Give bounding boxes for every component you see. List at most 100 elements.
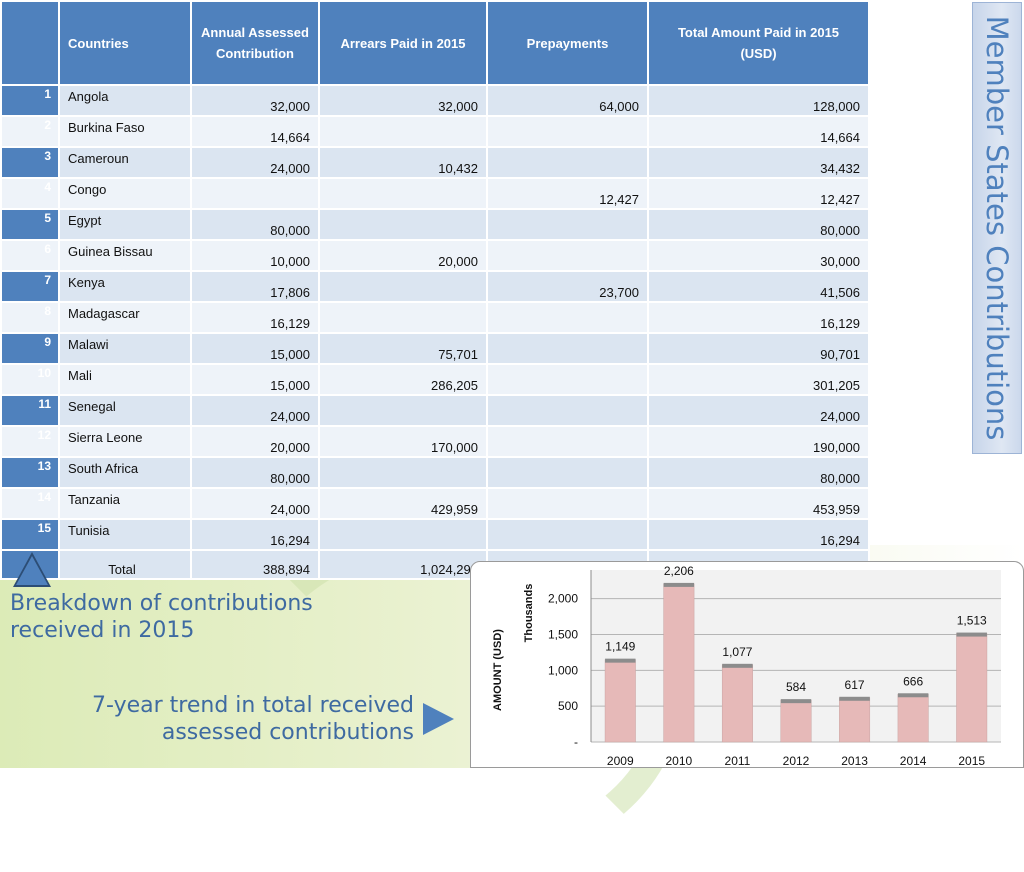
table-row: 15 Tunisia 16,294 16,294	[2, 520, 868, 549]
row-number: 10	[2, 365, 58, 394]
annual-cell: 24,000	[192, 148, 318, 177]
annual-cell: 10,000	[192, 241, 318, 270]
country-name: South Africa	[60, 458, 190, 487]
row-number: 2	[2, 117, 58, 146]
arrears-cell: 170,000	[320, 427, 486, 456]
x-tick-label: 2014	[900, 754, 927, 768]
y-tick-label: 1,000	[548, 663, 578, 677]
row-number: 7	[2, 272, 58, 301]
prepayments-cell	[488, 303, 647, 332]
trend-chart: - 500 1,000 1,500 2,000 AMOUNT (USD) Thousands…	[470, 561, 1024, 768]
arrears-cell: 32,000	[320, 86, 486, 115]
row-number: 8	[2, 303, 58, 332]
prepayments-cell: 64,000	[488, 86, 647, 115]
total-cell: 80,000	[649, 210, 868, 239]
row-number: 1	[2, 86, 58, 115]
prepayments-cell	[488, 489, 647, 518]
total-cell: 80,000	[649, 458, 868, 487]
bar	[721, 664, 753, 743]
arrears-cell: 286,205	[320, 365, 486, 394]
bar-top	[897, 693, 929, 698]
total-arrears: 1,024,296	[320, 551, 486, 578]
header-arrears: Arrears Paid in 2015	[320, 2, 486, 84]
prepayments-cell	[488, 210, 647, 239]
triangle-up-icon	[16, 556, 48, 585]
table-header-row: Countries Annual Assessed Contribution A…	[2, 2, 868, 84]
table-row: 7 Kenya 17,806 23,700 41,506	[2, 272, 868, 301]
header-number	[2, 2, 58, 84]
country-name: Kenya	[60, 272, 190, 301]
country-name: Malawi	[60, 334, 190, 363]
annual-cell: 17,806	[192, 272, 318, 301]
y-axis-unit: Thousands	[523, 584, 535, 643]
table-row: 11 Senegal 24,000 24,000	[2, 396, 868, 425]
row-number: 4	[2, 179, 58, 208]
annual-cell: 15,000	[192, 365, 318, 394]
prepayments-cell	[488, 117, 647, 146]
table-row: 14 Tanzania 24,000 429,959 453,959	[2, 489, 868, 518]
bar-value-label: 1,513	[957, 614, 987, 628]
total-cell: 14,664	[649, 117, 868, 146]
arrears-cell	[320, 272, 486, 301]
arrears-cell	[320, 303, 486, 332]
x-tick-label: 2009	[607, 754, 634, 768]
annual-cell: 24,000	[192, 489, 318, 518]
prepayments-cell: 23,700	[488, 272, 647, 301]
prepayments-cell	[488, 148, 647, 177]
bar	[839, 697, 871, 743]
annual-cell: 14,664	[192, 117, 318, 146]
x-tick-label: 2015	[958, 754, 985, 768]
annual-cell: 16,294	[192, 520, 318, 549]
total-cell: 30,000	[649, 241, 868, 270]
bar-top	[605, 658, 636, 663]
table-row: 8 Madagascar 16,129 16,129	[2, 303, 868, 332]
prepayments-cell	[488, 241, 647, 270]
total-cell: 34,432	[649, 148, 868, 177]
country-name: Senegal	[60, 396, 190, 425]
row-number: 12	[2, 427, 58, 456]
total-annual: 388,894	[192, 551, 318, 578]
breakdown-caption: Breakdown of contributions received in 2…	[10, 591, 313, 643]
bar-value-label: 584	[786, 680, 806, 694]
row-number: 14	[2, 489, 58, 518]
total-label: Total	[60, 551, 190, 578]
bar-value-label: 666	[903, 674, 923, 688]
arrears-cell	[320, 117, 486, 146]
table-row: 6 Guinea Bissau 10,000 20,000 30,000	[2, 241, 868, 270]
x-tick-label: 2012	[783, 754, 810, 768]
arrears-cell	[320, 458, 486, 487]
table-row: 9 Malawi 15,000 75,701 90,701	[2, 334, 868, 363]
country-name: Tanzania	[60, 489, 190, 518]
total-cell: 301,205	[649, 365, 868, 394]
bar-top	[780, 699, 812, 704]
bar-value-label: 2,206	[664, 564, 694, 578]
total-cell: 12,427	[649, 179, 868, 208]
country-name: Burkina Faso	[60, 117, 190, 146]
table-row: 5 Egypt 80,000 80,000	[2, 210, 868, 239]
triangle-right-icon	[423, 703, 454, 735]
x-tick-label: 2013	[841, 754, 868, 768]
total-cell: 190,000	[649, 427, 868, 456]
total-cell: 16,129	[649, 303, 868, 332]
arrears-cell	[320, 520, 486, 549]
arrears-cell: 20,000	[320, 241, 486, 270]
y-tick-label: 2,000	[548, 592, 578, 606]
prepayments-cell	[488, 427, 647, 456]
country-name: Mali	[60, 365, 190, 394]
contributions-table: Countries Annual Assessed Contribution A…	[0, 0, 870, 580]
y-axis-title: AMOUNT (USD)	[492, 629, 504, 711]
x-tick-label: 2010	[666, 754, 693, 768]
header-total-paid: Total Amount Paid in 2015 (USD)	[649, 2, 868, 84]
y-tick-label: -	[574, 735, 578, 749]
country-name: Tunisia	[60, 520, 190, 549]
y-tick-label: 500	[558, 699, 578, 713]
annual-cell: 80,000	[192, 210, 318, 239]
annual-cell: 16,129	[192, 303, 318, 332]
country-name: Sierra Leone	[60, 427, 190, 456]
bar-top	[839, 696, 870, 701]
header-prepayments: Prepayments	[488, 2, 647, 84]
arrears-cell	[320, 396, 486, 425]
annual-cell: 24,000	[192, 396, 318, 425]
prepayments-cell	[488, 334, 647, 363]
bar	[897, 694, 929, 743]
